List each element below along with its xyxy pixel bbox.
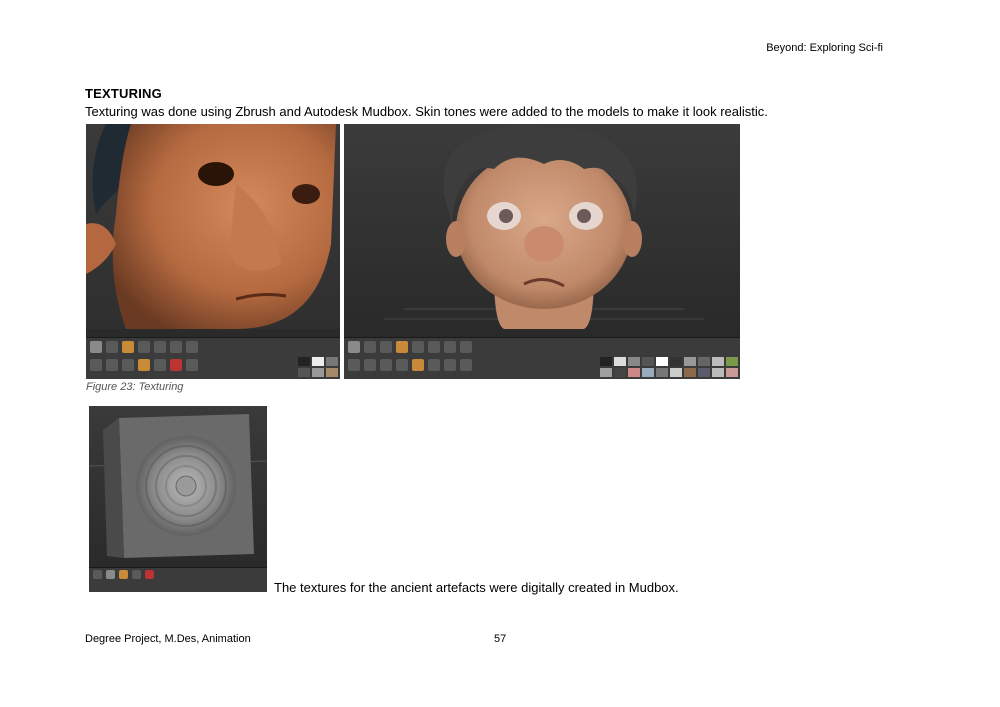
artefact-description: The textures for the ancient artefacts w… [274,580,679,595]
page-number: 57 [494,633,507,645]
mudbox-toolbar [344,329,740,379]
footer-project: Degree Project, M.Des, Animation [85,633,251,645]
running-header: Beyond: Exploring Sci-fi [766,42,883,54]
adult-head-render [86,124,337,329]
boy-head-render [384,125,704,329]
zbrush-toolbar [86,329,340,379]
texturing-screenshot-adult-head [86,124,340,379]
texturing-screenshot-boy-head [344,124,740,379]
artefact-cube-render [89,414,267,558]
artefact-texture-screenshot [89,406,267,592]
figure-caption: Figure 23: Texturing [86,381,184,393]
intro-paragraph: Texturing was done using Zbrush and Auto… [85,104,768,119]
artefact-toolbar [89,562,267,592]
section-title: TEXTURING [85,86,162,101]
